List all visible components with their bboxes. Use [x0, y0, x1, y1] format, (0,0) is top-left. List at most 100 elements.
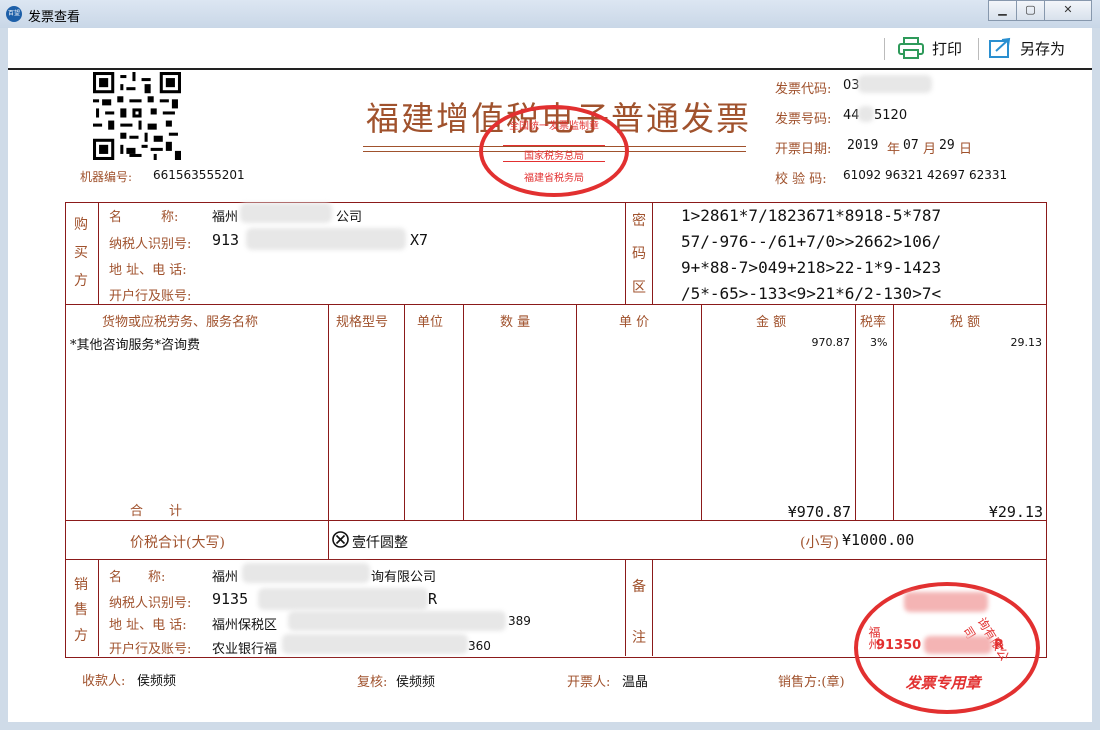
cipher-line: 1>2861*7/1823671*8918-5*787 — [681, 206, 942, 225]
seller-bank-label: 开户行及账号: — [109, 642, 192, 657]
buyer-name-label: 名 称: — [109, 210, 179, 225]
reviewer-value: 侯频频 — [396, 675, 436, 690]
frame-divider — [625, 202, 626, 304]
seller-tax-tail: R — [428, 590, 438, 608]
toolbar: 打印 另存为 — [8, 28, 1092, 70]
redacted-area — [924, 636, 992, 654]
seller-side-label: 销 — [74, 577, 88, 593]
col-header-tax: 税 额 — [950, 315, 981, 330]
issue-date-day: 29 — [939, 138, 955, 153]
payee-value: 侯频频 — [137, 674, 177, 689]
buyer-side-label: 买 — [74, 245, 88, 261]
check-code-value: 61092 96321 42697 62331 — [843, 168, 1008, 182]
seller-name-label: 名 称: — [109, 570, 166, 585]
redacted-area — [242, 563, 370, 583]
minimize-button[interactable]: ▁ — [988, 0, 1017, 21]
invoice-number-label: 发票号码: — [775, 112, 832, 127]
redacted-area — [258, 588, 428, 610]
redacted-area — [246, 228, 406, 250]
save-as-button[interactable]: 另存为 — [988, 36, 1065, 60]
drawer-value: 温晶 — [622, 675, 649, 690]
item-tax: 29.13 — [1010, 336, 1043, 349]
buyer-tax-value: 913 — [212, 231, 240, 249]
save-as-icon — [989, 37, 1011, 58]
redacted-area — [288, 611, 506, 631]
close-button[interactable]: ✕ — [1044, 0, 1092, 21]
cipher-side-label: 区 — [632, 280, 646, 296]
buyer-tax-tail: X7 — [410, 231, 429, 249]
reviewer-label: 复核: — [357, 675, 388, 690]
frame-divider — [576, 304, 577, 520]
total-tax: ¥29.13 — [988, 503, 1043, 521]
seller-side-label: 售 — [74, 602, 88, 618]
sum-small-value: ¥1000.00 — [842, 531, 915, 549]
col-header-qty: 数 量 — [500, 315, 531, 330]
qr-code-icon — [93, 72, 181, 160]
seller-name-tail: 询有限公司 — [371, 570, 437, 585]
app-logo-icon: 百望 — [6, 6, 22, 22]
total-label: 合 计 — [130, 504, 183, 519]
maximize-button[interactable]: ▢ — [1016, 0, 1045, 21]
sum-label: 价税合计(大写) — [130, 535, 225, 551]
toolbar-separator — [978, 38, 979, 60]
col-header-spec: 规格型号 — [336, 315, 389, 330]
machine-no-value: 661563555201 — [153, 168, 245, 182]
issue-date-month-unit: 月 — [923, 142, 937, 157]
check-code-label: 校 验 码: — [775, 172, 827, 187]
buyer-address-label: 地 址、电 话: — [109, 263, 187, 278]
buyer-name-value: 福州 — [212, 210, 239, 225]
title-bar[interactable]: 百望 发票查看 ▁ ▢ ✕ — [0, 0, 1100, 28]
seller-tax-label: 纳税人识别号: — [109, 596, 192, 611]
seller-bank-value: 农业银行福 — [212, 642, 278, 657]
seller-address-label: 地 址、电 话: — [109, 618, 187, 633]
buyer-side-label: 方 — [74, 273, 88, 289]
cipher-line: /5*-65>-133<9>21*6/2-130>7< — [681, 284, 942, 303]
cipher-line: 57/-976--/61+7/0>>2662>106/ — [681, 232, 942, 251]
toolbar-separator — [884, 38, 885, 60]
close-icon: ✕ — [1063, 3, 1073, 16]
stamp-line — [503, 145, 605, 146]
redacted-area — [904, 592, 988, 612]
invoice-number-tail: 5120 — [874, 108, 908, 123]
window-controls: ▁ ▢ ✕ — [988, 0, 1092, 21]
total-amount: ¥970.87 — [787, 503, 851, 521]
issue-date-label: 开票日期: — [775, 142, 832, 157]
cipher-side-label: 密 — [632, 213, 646, 229]
minimize-icon: ▁ — [998, 3, 1007, 16]
col-header-price: 单 价 — [619, 315, 650, 330]
frame-divider — [65, 304, 1046, 305]
item-amount: 970.87 — [811, 336, 851, 349]
printer-icon — [898, 37, 924, 59]
window-title: 发票查看 — [28, 10, 81, 25]
frame-divider — [625, 559, 626, 656]
issue-date-day-unit: 日 — [959, 142, 973, 157]
redacted-area — [858, 75, 932, 93]
frame-divider — [855, 304, 856, 520]
print-label: 打印 — [932, 39, 963, 58]
save-as-label: 另存为 — [1020, 39, 1066, 58]
frame-divider — [98, 559, 99, 656]
redacted-area — [282, 634, 468, 654]
frame-divider — [65, 559, 1046, 560]
redacted-area — [858, 106, 874, 122]
cross-circle-icon — [332, 531, 349, 548]
maximize-icon: ▢ — [1025, 3, 1036, 16]
remark-side-label: 注 — [632, 630, 646, 646]
stamp-ring-text: 全国统一发票监制章 — [509, 121, 599, 132]
invoice-code-label: 发票代码: — [775, 82, 832, 97]
seller-tax-value: 9135 — [212, 590, 249, 608]
remark-side-label: 备 — [632, 579, 646, 595]
seller-address-tail: 389 — [508, 614, 531, 628]
stamp-id-head: 91350 — [876, 638, 922, 653]
supervision-stamp: 全国统一发票监制章 国家税务总局 福建省税务局 — [479, 105, 629, 197]
cipher-side-label: 码 — [632, 246, 646, 262]
issue-date-year: 2019 — [847, 138, 879, 153]
seller-bank-tail: 360 — [468, 639, 491, 653]
frame-divider — [404, 304, 405, 520]
col-header-item: 货物或应税劳务、服务名称 — [102, 315, 259, 330]
buyer-name-tail: 公司 — [336, 210, 363, 225]
payee-label: 收款人: — [82, 674, 126, 689]
frame-divider — [328, 304, 329, 559]
print-button[interactable]: 打印 — [898, 36, 962, 60]
stamp-bottom-text: 福建省税务局 — [524, 173, 584, 184]
